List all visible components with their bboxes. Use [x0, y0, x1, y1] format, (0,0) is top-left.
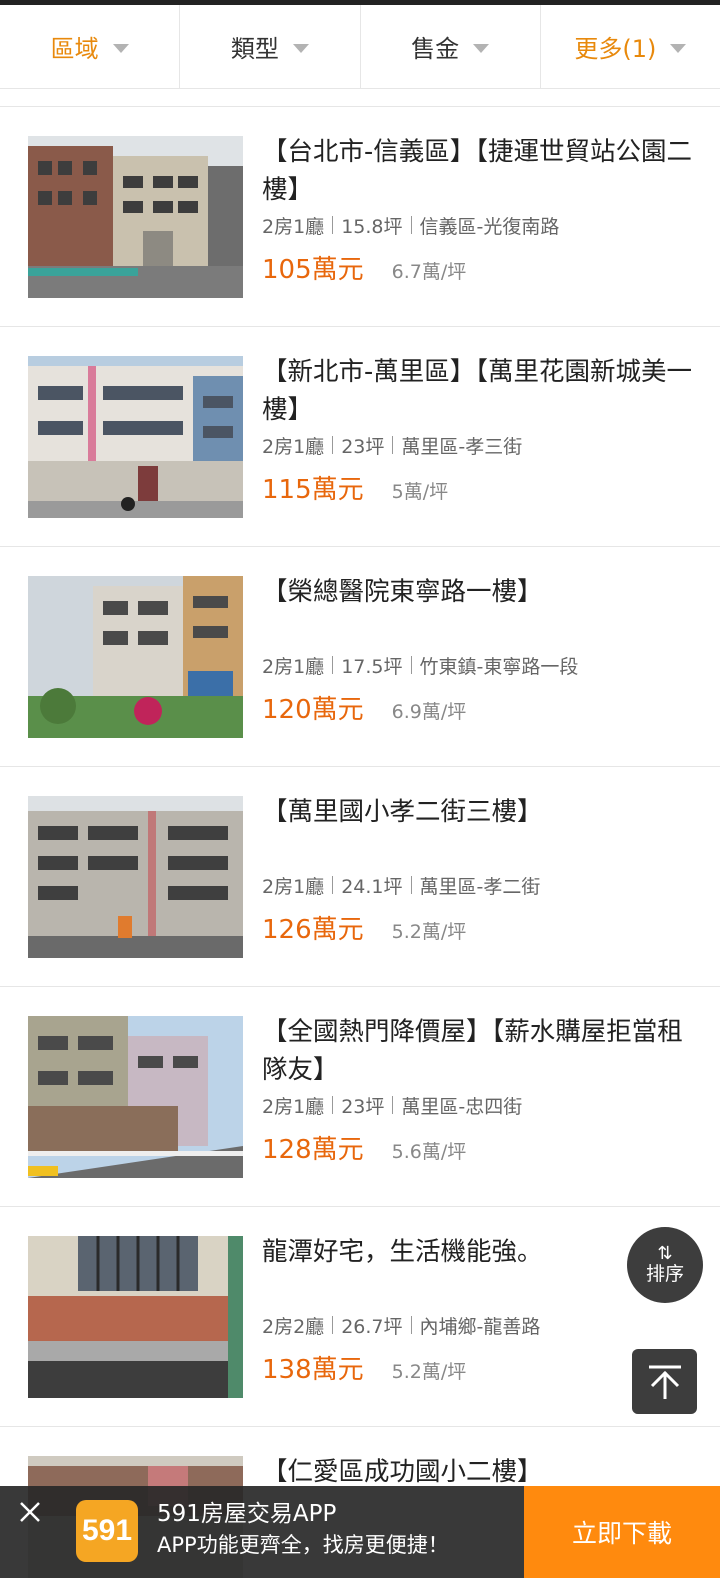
listing-title: 【萬里國小孝二街三樓】 — [262, 797, 543, 827]
listing-photo — [28, 796, 243, 958]
listing-info: 【全國熱門降價屋】【薪水購屋拒當租隊友】 2房1廳 23坪 萬里區-忠四街 12… — [262, 1013, 702, 1166]
filter-type-label: 類型 — [230, 35, 279, 63]
filter-type[interactable]: 類型 — [180, 5, 361, 88]
filter-price-label: 售金 — [411, 35, 460, 63]
listing-location: 竹東鎮-東寧路一段 — [419, 655, 579, 678]
listing-layout: 2房1廳 — [262, 875, 325, 898]
filter-more-label: 更多(1) — [574, 35, 657, 63]
listing-item[interactable]: 【萬里國小孝二街三樓】 2房1廳 24.1坪 萬里區-孝二街 126萬元 5.2… — [0, 767, 720, 987]
app-logo: 591 — [76, 1500, 138, 1562]
app-download-banner: 591 591房屋交易APP APP功能更齊全，找房更便捷！ 立即下載 — [0, 1486, 720, 1578]
sort-button[interactable]: ⇅ 排序 — [627, 1227, 703, 1303]
listing-title: 【新北市-萬里區】【萬里花園新城美一樓】 — [262, 357, 692, 425]
filter-price[interactable]: 售金 — [361, 5, 541, 88]
listing-layout: 2房1廳 — [262, 215, 325, 238]
listing-meta: 2房1廳 24.1坪 萬里區-孝二街 — [262, 869, 702, 901]
listing-photo — [28, 356, 243, 518]
listing-price-row: 120萬元 6.9萬/坪 — [262, 689, 702, 726]
listing-size: 15.8坪 — [341, 215, 403, 238]
listing-meta: 2房1廳 23坪 萬里區-孝三街 — [262, 429, 702, 461]
download-app-button[interactable]: 立即下載 — [524, 1486, 720, 1578]
banner-text: 591房屋交易APP APP功能更齊全，找房更便捷！ — [157, 1498, 449, 1560]
listing-layout: 2房1廳 — [262, 1095, 325, 1118]
sort-button-label: 排序 — [645, 1263, 684, 1285]
listing-price: 126萬元 — [262, 915, 364, 945]
arrow-up-icon — [648, 1365, 681, 1399]
listing-meta: 2房1廳 23坪 萬里區-忠四街 — [262, 1089, 702, 1121]
listing-price-row: 115萬元 5萬/坪 — [262, 469, 702, 506]
listing-size: 17.5坪 — [341, 655, 403, 678]
listing-price-row: 105萬元 6.7萬/坪 — [262, 249, 702, 286]
listing-unit-price: 5.2萬/坪 — [391, 921, 467, 943]
listing-location: 內埔鄉-龍善路 — [419, 1315, 541, 1338]
listing-unit-price: 5萬/坪 — [391, 481, 449, 503]
listing-price: 120萬元 — [262, 695, 364, 725]
listing-photo — [28, 576, 243, 738]
listing-price: 128萬元 — [262, 1135, 364, 1165]
listing-title: 【台北市-信義區】【捷運世貿站公園二樓】 — [262, 137, 692, 205]
filter-region-label: 區域 — [50, 35, 99, 63]
listing-unit-price: 5.2萬/坪 — [391, 1361, 467, 1383]
listing-unit-price: 6.7萬/坪 — [391, 261, 467, 283]
listing-item[interactable]: 龍潭好宅，生活機能強。 2房2廳 26.7坪 內埔鄉-龍善路 138萬元 5.2… — [0, 1207, 720, 1427]
banner-subtitle: APP功能更齊全，找房更便捷！ — [157, 1533, 449, 1557]
listing-meta: 2房1廳 17.5坪 竹東鎮-東寧路一段 — [262, 649, 702, 681]
banner-title: 591房屋交易APP — [157, 1501, 337, 1527]
filter-region[interactable]: 區域 — [0, 5, 181, 88]
listing-layout: 2房2廳 — [262, 1315, 325, 1338]
listing-unit-price: 6.9萬/坪 — [391, 701, 467, 723]
listing-unit-price: 5.6萬/坪 — [391, 1141, 467, 1163]
listing-size: 23坪 — [341, 435, 385, 458]
listing-title: 【榮總醫院東寧路一樓】 — [262, 577, 543, 607]
listing-info: 【台北市-信義區】【捷運世貿站公園二樓】 2房1廳 15.8坪 信義區-光復南路… — [262, 133, 702, 286]
sort-arrows-icon: ⇅ — [657, 1243, 673, 1264]
back-to-top-button[interactable] — [632, 1349, 697, 1414]
listing-meta: 2房2廳 26.7坪 內埔鄉-龍善路 — [262, 1309, 702, 1341]
listing-item[interactable]: 【榮總醫院東寧路一樓】 2房1廳 17.5坪 竹東鎮-東寧路一段 120萬元 6… — [0, 547, 720, 767]
listing-photo — [28, 1236, 243, 1398]
filter-bar: 區域 類型 售金 更多(1) — [0, 5, 720, 89]
listing-info: 【新北市-萬里區】【萬里花園新城美一樓】 2房1廳 23坪 萬里區-孝三街 11… — [262, 353, 702, 506]
listing-price: 105萬元 — [262, 255, 364, 285]
listing-layout: 2房1廳 — [262, 435, 325, 458]
listing-info: 【榮總醫院東寧路一樓】 2房1廳 17.5坪 竹東鎮-東寧路一段 120萬元 6… — [262, 573, 702, 726]
chevron-down-icon — [473, 43, 490, 53]
listing-location: 萬里區-孝二街 — [419, 875, 541, 898]
listing-location: 信義區-光復南路 — [419, 215, 560, 238]
listing-size: 24.1坪 — [341, 875, 403, 898]
listing-info: 【萬里國小孝二街三樓】 2房1廳 24.1坪 萬里區-孝二街 126萬元 5.2… — [262, 793, 702, 946]
close-banner-button[interactable] — [10, 1492, 50, 1532]
listing-item[interactable]: 【全國熱門降價屋】【薪水購屋拒當租隊友】 2房1廳 23坪 萬里區-忠四街 12… — [0, 987, 720, 1207]
listing-location: 萬里區-忠四街 — [401, 1095, 523, 1118]
listing-price-row: 126萬元 5.2萬/坪 — [262, 909, 702, 946]
listing-price-row: 128萬元 5.6萬/坪 — [262, 1129, 702, 1166]
listing-item[interactable]: 【台北市-信義區】【捷運世貿站公園二樓】 2房1廳 15.8坪 信義區-光復南路… — [0, 107, 720, 327]
listing-price: 115萬元 — [262, 475, 364, 505]
listing-title: 【全國熱門降價屋】【薪水購屋拒當租隊友】 — [262, 1017, 683, 1085]
listing-photo — [28, 1016, 243, 1178]
chevron-down-icon — [670, 43, 687, 53]
listing-layout: 2房1廳 — [262, 655, 325, 678]
listing-location: 萬里區-孝三街 — [401, 435, 523, 458]
chevron-down-icon — [292, 43, 309, 53]
close-icon — [20, 1502, 40, 1522]
chevron-down-icon — [112, 43, 129, 53]
listing-list: 【台北市-信義區】【捷運世貿站公園二樓】 2房1廳 15.8坪 信義區-光復南路… — [0, 106, 720, 1578]
listing-price: 138萬元 — [262, 1355, 364, 1385]
listing-size: 23坪 — [341, 1095, 385, 1118]
listing-photo — [28, 136, 243, 298]
listing-item[interactable]: 【新北市-萬里區】【萬里花園新城美一樓】 2房1廳 23坪 萬里區-孝三街 11… — [0, 327, 720, 547]
listing-meta: 2房1廳 15.8坪 信義區-光復南路 — [262, 209, 702, 241]
filter-more[interactable]: 更多(1) — [541, 5, 720, 88]
listing-size: 26.7坪 — [341, 1315, 403, 1338]
